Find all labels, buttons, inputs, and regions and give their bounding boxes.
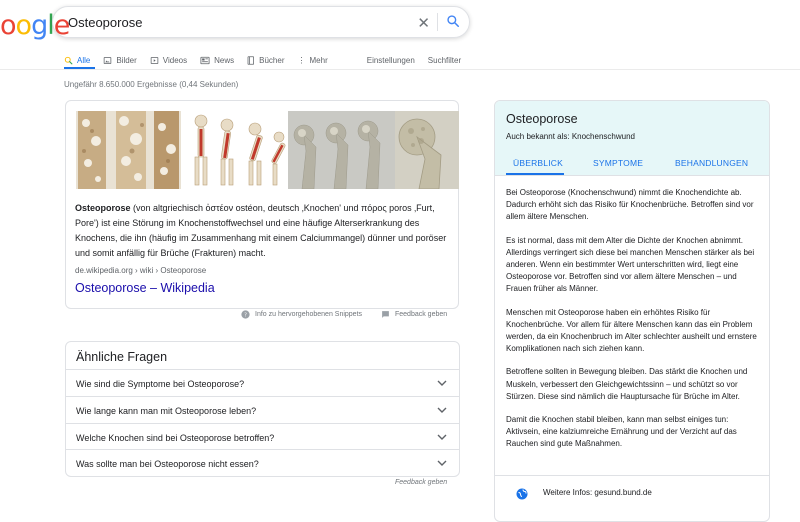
chevron-down-icon: [437, 433, 447, 443]
chevron-down-icon: [437, 406, 447, 416]
search-input[interactable]: [66, 13, 400, 31]
snippet-description: (von altgriechisch ὀστέον ostéon, deutsc…: [75, 203, 447, 258]
kp-tab-symptome[interactable]: SYMPTOME: [593, 158, 643, 168]
help-icon: ?: [241, 310, 250, 319]
kp-paragraph: Bei Osteoporose (Knochenschwund) nimmt d…: [506, 188, 754, 222]
result-title-link[interactable]: Osteoporose – Wikipedia: [75, 281, 215, 295]
tab-buecher[interactable]: Bücher: [247, 51, 285, 69]
knowledge-panel-title: Osteoporose: [506, 112, 578, 126]
video-icon: [150, 56, 159, 65]
search-tabs: Alle Bilder Videos News Bücher ⋮ Mehr Ei…: [64, 51, 474, 69]
kp-paragraph: Damit die Knochen stabil bleiben, kann m…: [506, 415, 737, 449]
snippet-term: Osteoporose: [75, 203, 131, 213]
tab-label: News: [214, 55, 235, 65]
header-divider: [0, 69, 800, 70]
result-stats: Ungefähr 8.650.000 Ergebnisse (0,44 Seku…: [64, 80, 239, 89]
question-item[interactable]: Wie lange kann man mit Osteoporose leben…: [66, 396, 459, 423]
clear-icon[interactable]: ✕: [417, 14, 430, 32]
related-questions: Ähnliche Fragen Wie sind die Symptome be…: [65, 341, 460, 477]
tab-label: Bücher: [259, 55, 285, 65]
chevron-down-icon: [437, 459, 447, 469]
featured-snippet: Osteoporose (von altgriechisch ὀστέον os…: [65, 100, 459, 309]
snippet-feedback[interactable]: Feedback geben: [381, 310, 447, 319]
question-text: Wie sind die Symptome bei Osteoporose?: [76, 379, 245, 389]
tab-label: Einstellungen: [366, 55, 415, 65]
news-icon: [200, 56, 210, 65]
tab-mehr[interactable]: ⋮ Mehr: [298, 51, 328, 69]
feedback-icon: [381, 310, 390, 319]
image-strip: [76, 111, 459, 189]
feedback-label: Feedback geben: [395, 311, 448, 318]
knowledge-panel-body: Bei Osteoporose (Knochenschwund) nimmt d…: [506, 187, 758, 462]
bone-texture-image[interactable]: [76, 111, 181, 189]
question-item[interactable]: Was sollte man bei Osteoporose nicht ess…: [66, 449, 459, 476]
more-info-text: Weitere Infos: gesund.bund.de: [543, 488, 652, 497]
question-text: Wie lange kann man mit Osteoporose leben…: [76, 406, 257, 416]
knowledge-panel-header: Osteoporose Auch bekannt als: Knochensch…: [495, 101, 769, 176]
related-questions-feedback[interactable]: Feedback geben: [395, 479, 447, 486]
tab-news[interactable]: News: [200, 51, 234, 69]
knowledge-panel: Osteoporose Auch bekannt als: Knochensch…: [494, 100, 770, 522]
search-divider: [437, 13, 438, 31]
search-icon: [64, 56, 73, 65]
result-cite[interactable]: de.wikipedia.org › wiki › Osteoporose: [75, 266, 206, 275]
kp-tab-ueberblick[interactable]: ÜBERBLICK: [513, 158, 563, 168]
question-item[interactable]: Wie sind die Symptome bei Osteoporose?: [66, 369, 459, 396]
related-questions-title: Ähnliche Fragen: [76, 350, 168, 364]
tab-label: Videos: [162, 55, 188, 65]
kp-paragraph: Es ist normal, dass mit dem Alter die Di…: [506, 235, 755, 294]
search-icon[interactable]: [446, 14, 460, 33]
tab-einstellungen[interactable]: Einstellungen: [367, 51, 415, 69]
search-box[interactable]: ✕: [52, 6, 470, 38]
knowledge-panel-aka: Auch bekannt als: Knochenschwund: [506, 132, 635, 141]
tab-bilder[interactable]: Bilder: [103, 51, 137, 69]
svg-text:?: ?: [244, 312, 247, 318]
kp-active-tab-indicator: [506, 173, 564, 175]
tab-label: Suchfilter: [427, 55, 462, 65]
tab-label: Mehr: [309, 55, 328, 65]
tab-label: Alle: [77, 55, 91, 65]
tab-videos[interactable]: Videos: [150, 51, 187, 69]
snippet-text: Osteoporose (von altgriechisch ὀστέον os…: [75, 201, 451, 261]
kp-paragraph: Betroffene sollten in Bewegung bleiben. …: [506, 367, 748, 401]
question-item[interactable]: Welche Knochen sind bei Osteoporose betr…: [66, 423, 459, 450]
globe-icon: [516, 487, 528, 505]
snippet-info[interactable]: ? Info zu hervorgehobenen Snippets: [241, 310, 362, 319]
question-text: Was sollte man bei Osteoporose nicht ess…: [76, 459, 259, 469]
kp-tab-behandlungen[interactable]: BEHANDLUNGEN: [675, 158, 748, 168]
tab-label: Bilder: [116, 55, 137, 65]
image-icon: [103, 56, 112, 65]
question-text: Welche Knochen sind bei Osteoporose betr…: [76, 433, 275, 443]
femur-closeup-image[interactable]: [395, 111, 459, 189]
tab-suchfilter[interactable]: Suchfilter: [428, 51, 461, 69]
kp-paragraph: Menschen mit Osteoporose haben ein erhöh…: [506, 307, 757, 354]
more-vert-icon: ⋮: [297, 55, 306, 65]
snippet-info-label: Info zu hervorgehobenen Snippets: [255, 311, 363, 318]
skeleton-posture-image[interactable]: [181, 111, 288, 189]
more-info-link[interactable]: Weitere Infos: gesund.bund.de: [495, 475, 769, 512]
book-icon: [247, 55, 255, 65]
femur-bones-image[interactable]: [288, 111, 395, 189]
chevron-down-icon: [437, 379, 447, 389]
